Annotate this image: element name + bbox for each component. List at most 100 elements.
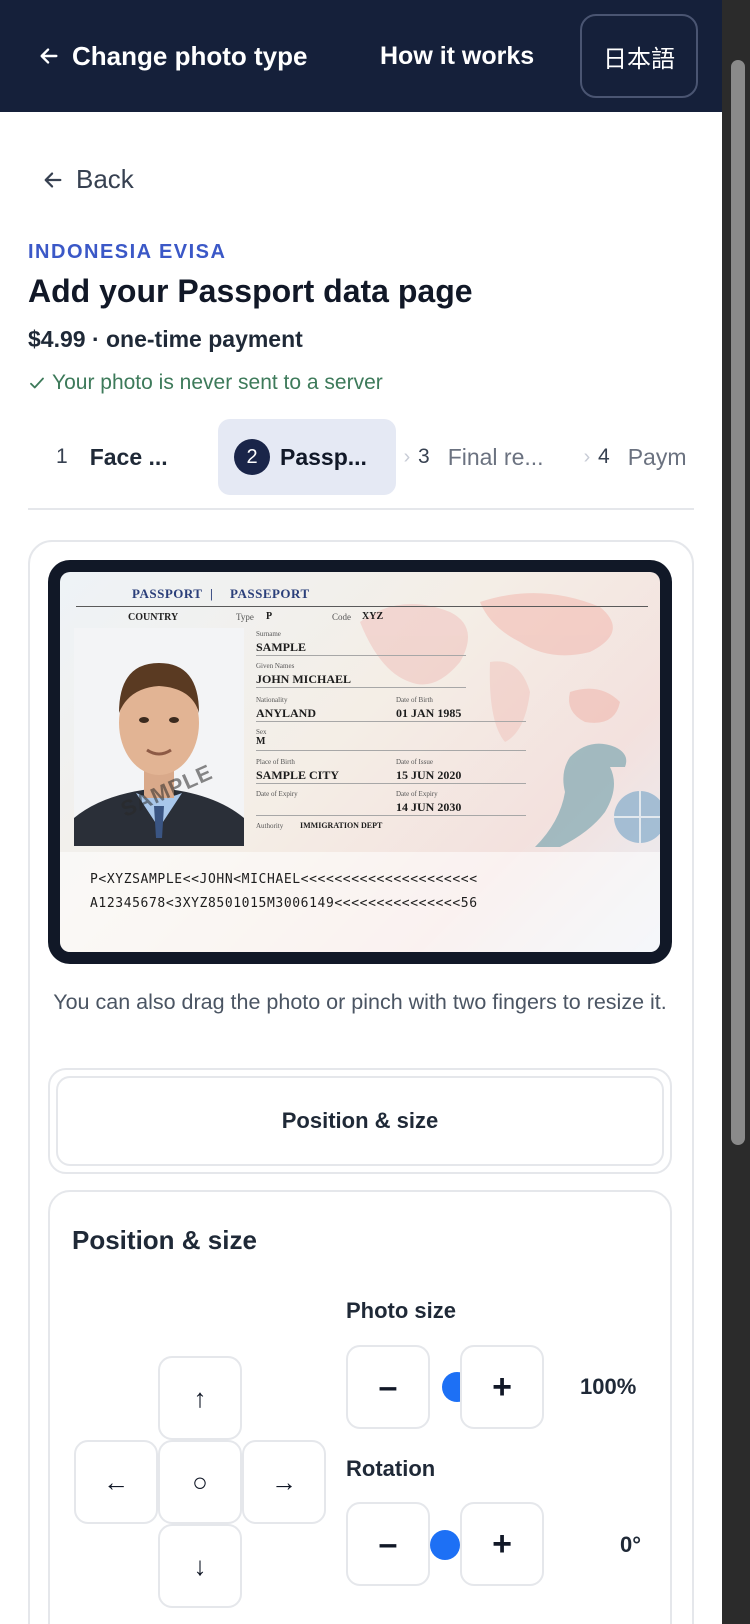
rotation-decrease-button[interactable]: – <box>346 1502 430 1586</box>
place-of-birth-value: SAMPLE CITY <box>256 768 340 782</box>
position-size-toggle-label: Position & size <box>281 1108 439 1133</box>
how-it-works-label: How it works <box>380 41 535 70</box>
move-down-button[interactable]: ↓ <box>158 1524 242 1608</box>
field-line <box>256 750 526 751</box>
field-line <box>256 815 526 816</box>
move-right-button[interactable]: → <box>242 1440 326 1524</box>
progress-steps: 1 Face ... 2 Passp... › 3 Final re... › … <box>28 419 694 495</box>
step-label: Final re... <box>447 443 544 470</box>
step-face[interactable]: 1 Face ... <box>28 419 218 495</box>
step-label: Passp... <box>280 443 367 470</box>
position-size-toggle-button[interactable]: Position & size <box>56 1076 664 1166</box>
date-of-issue-value: 15 JUN 2020 <box>396 768 462 782</box>
language-label: 日本語 <box>603 45 675 73</box>
passport-type-value: P <box>266 611 273 622</box>
nationality-label: Nationality <box>256 696 288 704</box>
passport-country-label: COUNTRY <box>128 612 179 623</box>
step-payment[interactable]: 4 Paym <box>598 419 686 495</box>
passport-preview-frame[interactable]: PASSPORT | PASSEPORT COUNTRY Type P Code… <box>48 560 672 964</box>
step-passport[interactable]: 2 Passp... <box>218 419 396 495</box>
photo-size-increase-button[interactable]: + <box>460 1345 544 1429</box>
page-title: Add your Passport data page <box>28 273 473 309</box>
page: Change photo type How it works 日本語 Back … <box>0 0 722 1624</box>
step-number: 3 <box>418 445 430 468</box>
photo-size-label: Photo size <box>346 1298 457 1323</box>
minus-icon: – <box>378 1367 398 1406</box>
passport-header-left: PASSPORT <box>132 586 203 601</box>
step-label: Face ... <box>89 443 168 470</box>
step-number: 4 <box>598 445 610 468</box>
sex-label: Sex <box>256 728 267 736</box>
sex-value: M <box>256 736 266 747</box>
passport-code-label: Code <box>332 612 351 622</box>
rotation-value: 0° <box>620 1532 642 1557</box>
field-line <box>256 655 466 656</box>
step-label: Paym <box>627 443 687 470</box>
passport-holder-photo[interactable]: SAMPLE <box>74 628 244 846</box>
given-names-label: Given Names <box>256 662 295 670</box>
date-of-issue-label: Date of Issue <box>396 758 433 766</box>
eagle-emblem-graphic <box>535 743 660 847</box>
language-button[interactable]: 日本語 <box>580 14 698 98</box>
back-button[interactable]: Back <box>42 164 134 195</box>
rotation-label: Rotation <box>346 1456 436 1481</box>
arrow-right-icon: → <box>271 1466 297 1497</box>
arrow-down-icon: ↓ <box>193 1550 207 1581</box>
passport-image[interactable]: PASSPORT | PASSEPORT COUNTRY Type P Code… <box>60 572 660 952</box>
authority-label: Authority <box>256 822 284 830</box>
date-of-expiry-label: Date of Expiry <box>396 790 438 798</box>
dob-label: Date of Birth <box>396 696 433 704</box>
back-label: Back <box>76 164 134 194</box>
place-of-birth-label: Place of Birth <box>256 758 295 766</box>
plus-icon: + <box>492 1524 512 1563</box>
rotation-increase-button[interactable]: + <box>460 1502 544 1586</box>
how-it-works-link[interactable]: How it works <box>380 34 534 78</box>
arrow-left-icon <box>40 48 58 64</box>
top-navigation-bar: Change photo type How it works 日本語 <box>0 0 722 112</box>
field-line <box>256 721 526 722</box>
privacy-note: Your photo is never sent to a server <box>28 371 383 395</box>
passport-type-label: Type <box>236 612 254 622</box>
plus-icon: + <box>492 1367 512 1406</box>
chevron-right-icon: › <box>403 445 411 468</box>
position-size-toggle-wrapper: Position & size <box>48 1068 672 1174</box>
photo-size-decrease-button[interactable]: – <box>346 1345 430 1429</box>
passport-header-right: PASSEPORT <box>230 586 310 601</box>
change-photo-type-link[interactable]: Change photo type <box>38 34 307 78</box>
scrollbar-thumb[interactable] <box>731 60 745 1145</box>
nationality-value: ANYLAND <box>256 706 316 720</box>
arrow-left-icon: ← <box>103 1466 129 1497</box>
chevron-right-icon: › <box>583 445 591 468</box>
field-line <box>256 783 526 784</box>
step-number: 1 <box>56 445 68 468</box>
step-final-review[interactable]: 3 Final re... <box>418 419 576 495</box>
portrait-graphic <box>74 628 244 846</box>
passport-header-rule <box>76 606 648 607</box>
change-photo-type-label: Change photo type <box>72 40 308 71</box>
arrow-up-icon: ↑ <box>193 1382 207 1413</box>
field-line <box>256 687 466 688</box>
arrow-left-icon <box>44 171 62 188</box>
surname-value: SAMPLE <box>256 640 307 654</box>
surname-label: Surname <box>256 630 281 638</box>
mrz-line-1: P<XYZSAMPLE<<JOHN<MICHAEL<<<<<<<<<<<<<<<… <box>90 872 478 887</box>
move-left-button[interactable]: ← <box>74 1440 158 1524</box>
date-of-expiry-value: 14 JUN 2030 <box>396 800 462 814</box>
steps-divider <box>28 508 694 510</box>
given-names-value: JOHN MICHAEL <box>256 672 352 686</box>
privacy-note-text: Your photo is never sent to a server <box>52 371 383 394</box>
dob-value: 01 JAN 1985 <box>396 706 462 720</box>
passport-header-separator: | <box>210 586 214 601</box>
authority-value: IMMIGRATION DEPT <box>300 821 383 830</box>
rotation-slider-knob[interactable] <box>430 1530 460 1560</box>
move-up-button[interactable]: ↑ <box>158 1356 242 1440</box>
photo-size-value: 100% <box>580 1374 637 1399</box>
panel-title: Position & size <box>72 1225 257 1255</box>
mrz-line-2: A12345678<3XYZ8501015M3006149<<<<<<<<<<<… <box>90 896 478 911</box>
drag-hint-text: You can also drag the photo or pinch wit… <box>53 990 667 1014</box>
minus-icon: – <box>378 1524 398 1563</box>
center-button[interactable]: ○ <box>158 1440 242 1524</box>
price-text: $4.99 · one-time payment <box>28 326 303 352</box>
visa-kicker: INDONESIA EVISA <box>28 241 227 263</box>
passport-code-value: XYZ <box>362 611 384 622</box>
